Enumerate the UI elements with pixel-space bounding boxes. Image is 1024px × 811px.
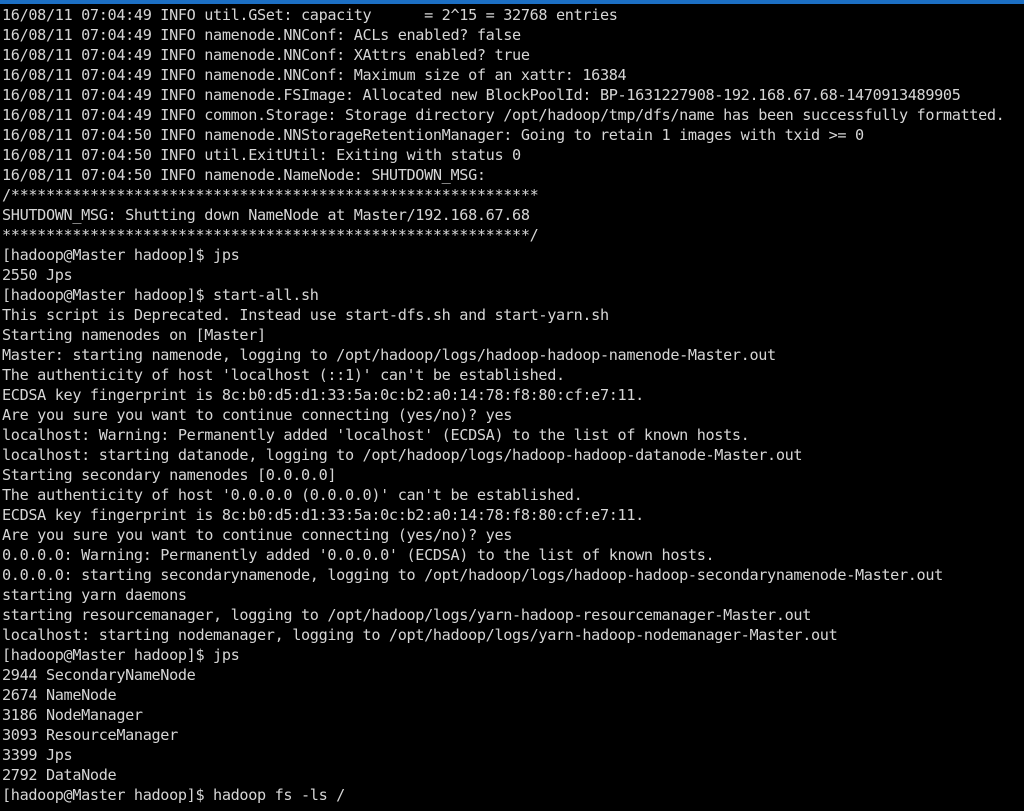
terminal-line-current-command[interactable]: [hadoop@Master hadoop]$ hadoop fs -ls / (2, 785, 1024, 805)
terminal-line: localhost: starting nodemanager, logging… (2, 626, 838, 644)
terminal-line: localhost: Warning: Permanently added 'l… (2, 426, 750, 444)
terminal-line: 3093 ResourceManager (2, 726, 178, 744)
terminal-line: 2674 NameNode (2, 686, 117, 704)
terminal-line: 16/08/11 07:04:49 INFO namenode.NNConf: … (2, 66, 627, 84)
terminal-line: 16/08/11 07:04:49 INFO namenode.FSImage:… (2, 86, 961, 104)
terminal-line: 2944 SecondaryNameNode (2, 666, 196, 684)
terminal-line: Starting secondary namenodes [0.0.0.0] (2, 466, 337, 484)
terminal-line: 16/08/11 07:04:50 INFO namenode.NameNode… (2, 166, 486, 184)
terminal-line: starting resourcemanager, logging to /op… (2, 606, 812, 624)
terminal-line: Master: starting namenode, logging to /o… (2, 346, 776, 364)
terminal-line-prompt: [hadoop@Master hadoop]$ jps (2, 246, 240, 264)
terminal-line: The authenticity of host '0.0.0.0 (0.0.0… (2, 486, 583, 504)
terminal-line: localhost: starting datanode, logging to… (2, 446, 803, 464)
terminal-line: SHUTDOWN_MSG: Shutting down NameNode at … (2, 206, 530, 224)
terminal-line: Are you sure you want to continue connec… (2, 406, 513, 424)
terminal-line: 16/08/11 07:04:50 INFO namenode.NNStorag… (2, 126, 864, 144)
terminal-line-prompt: [hadoop@Master hadoop]$ start-all.sh (2, 286, 319, 304)
terminal-line: 3399 Jps (2, 746, 73, 764)
terminal-line: 3186 NodeManager (2, 706, 143, 724)
terminal-line: Are you sure you want to continue connec… (2, 526, 513, 544)
terminal-line: 16/08/11 07:04:49 INFO common.Storage: S… (2, 106, 1005, 124)
terminal-line: Starting namenodes on [Master] (2, 326, 266, 344)
terminal-line: ECDSA key fingerprint is 8c:b0:d5:d1:33:… (2, 506, 644, 524)
terminal-line-separator: ****************************************… (2, 226, 539, 244)
terminal-line: 0.0.0.0: Warning: Permanently added '0.0… (2, 546, 715, 564)
terminal-line: 16/08/11 07:04:49 INFO namenode.NNConf: … (2, 26, 521, 44)
terminal-line: 16/08/11 07:04:49 INFO namenode.NNConf: … (2, 46, 530, 64)
terminal-line: 2550 Jps (2, 266, 73, 284)
terminal-line: ECDSA key fingerprint is 8c:b0:d5:d1:33:… (2, 386, 644, 404)
terminal-line-separator: /***************************************… (2, 186, 539, 204)
terminal-line: 2792 DataNode (2, 766, 117, 784)
terminal-line: 16/08/11 07:04:49 INFO util.GSet: capaci… (2, 6, 618, 24)
terminal-line-prompt: [hadoop@Master hadoop]$ jps (2, 646, 240, 664)
terminal-line: 0.0.0.0: starting secondarynamenode, log… (2, 566, 943, 584)
terminal-line: starting yarn daemons (2, 586, 187, 604)
terminal-line: This script is Deprecated. Instead use s… (2, 306, 609, 324)
terminal-output-area[interactable]: 16/08/11 07:04:49 INFO util.GSet: capaci… (0, 4, 1024, 811)
terminal-window: 16/08/11 07:04:49 INFO util.GSet: capaci… (0, 0, 1024, 811)
terminal-line: The authenticity of host 'localhost (::1… (2, 366, 565, 384)
terminal-line: 16/08/11 07:04:50 INFO util.ExitUtil: Ex… (2, 146, 521, 164)
